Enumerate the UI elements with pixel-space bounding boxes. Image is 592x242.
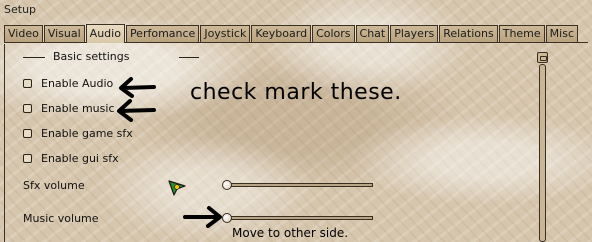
- sfx-volume-label: Sfx volume: [23, 179, 85, 192]
- move-slider-note: Move to other side.: [232, 226, 349, 240]
- right-arrow-icon: [183, 206, 222, 228]
- left-arrow-icon: [117, 99, 156, 122]
- tab-audio[interactable]: Audio: [85, 24, 125, 43]
- enable-game-sfx-label: Enable game sfx: [41, 126, 133, 140]
- enable-game-sfx-checkbox[interactable]: [23, 128, 32, 138]
- check-mark-note: check mark these.: [190, 80, 402, 105]
- tab-players[interactable]: Players: [390, 25, 439, 42]
- tab-video[interactable]: Video: [4, 25, 43, 42]
- scroll-up-button[interactable]: [537, 52, 548, 63]
- enable-game-sfx-option[interactable]: Enable game sfx: [23, 126, 133, 140]
- legend-divider-right: [179, 57, 199, 58]
- enable-audio-option[interactable]: Enable Audio: [23, 76, 113, 90]
- enable-audio-label: Enable Audio: [41, 76, 114, 90]
- enable-music-option[interactable]: Enable music: [23, 101, 115, 115]
- enable-gui-sfx-option[interactable]: Enable gui sfx: [23, 151, 119, 165]
- enable-music-label: Enable music: [41, 101, 115, 115]
- music-volume-track[interactable]: [227, 216, 373, 220]
- left-arrow-icon: [119, 77, 156, 98]
- tab-misc[interactable]: Misc: [545, 25, 578, 42]
- tab-visual[interactable]: Visual: [43, 25, 85, 42]
- enable-gui-sfx-label: Enable gui sfx: [41, 151, 119, 165]
- enable-audio-checkbox[interactable]: [23, 78, 32, 88]
- tab-joystick[interactable]: Joystick: [200, 25, 251, 42]
- sfx-volume-slider[interactable]: [222, 180, 373, 190]
- tab-keyboard[interactable]: Keyboard: [251, 25, 312, 42]
- tab-bar: Video Visual Audio Perfomance Joystick K…: [4, 24, 588, 43]
- tab-colors[interactable]: Colors: [312, 25, 355, 42]
- tab-chat[interactable]: Chat: [355, 25, 390, 42]
- cursor-icon: [168, 180, 186, 196]
- window-title: Setup: [4, 3, 37, 16]
- basic-settings-heading: Basic settings: [53, 50, 130, 63]
- tab-relations[interactable]: Relations: [439, 25, 498, 42]
- music-volume-slider[interactable]: [222, 213, 373, 223]
- basic-settings-group: Basic settings: [23, 51, 199, 63]
- sfx-volume-track[interactable]: [227, 183, 373, 187]
- enable-gui-sfx-checkbox[interactable]: [23, 153, 32, 163]
- tab-theme[interactable]: Theme: [498, 25, 545, 42]
- enable-music-checkbox[interactable]: [23, 103, 32, 113]
- scrollbar-track[interactable]: [539, 64, 546, 242]
- audio-panel: Basic settings Enable Audio Enable music…: [4, 44, 588, 242]
- sfx-volume-knob[interactable]: [222, 180, 232, 190]
- vertical-scrollbar[interactable]: [537, 52, 548, 242]
- legend-divider-left: [23, 57, 45, 58]
- tab-perfomance[interactable]: Perfomance: [125, 25, 200, 42]
- music-volume-label: Music volume: [23, 212, 99, 225]
